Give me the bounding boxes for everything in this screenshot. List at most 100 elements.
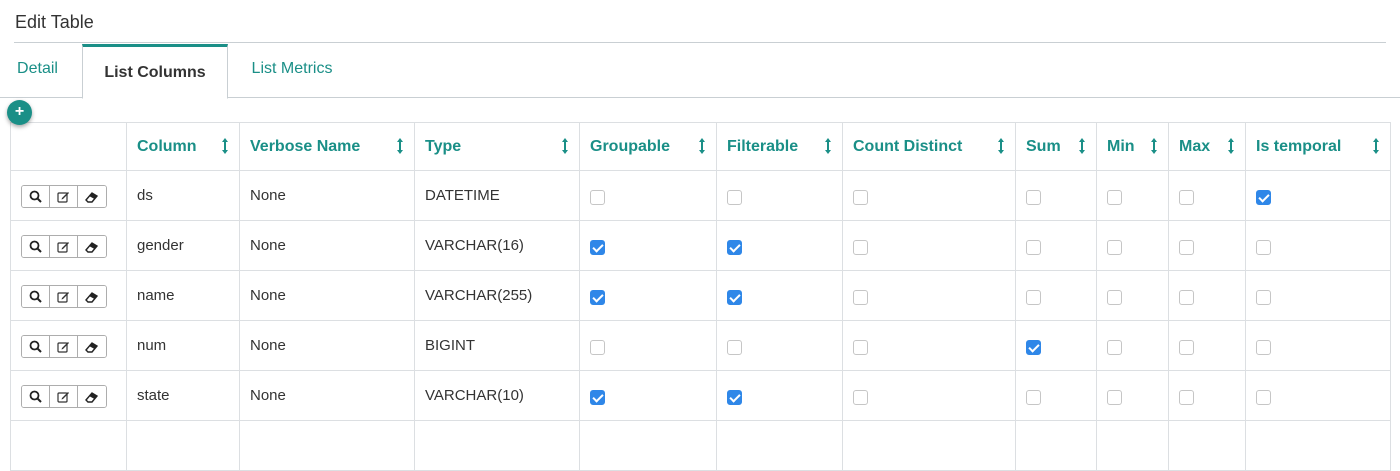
is-temporal-checkbox[interactable] bbox=[1256, 189, 1271, 205]
sort-icon[interactable] bbox=[824, 137, 832, 155]
header-filterable[interactable]: Filterable bbox=[716, 122, 843, 171]
edit-button[interactable] bbox=[50, 286, 78, 307]
is-temporal-cell bbox=[1245, 170, 1391, 221]
max-cell bbox=[1168, 370, 1246, 421]
eraser-button[interactable] bbox=[78, 386, 106, 407]
header-verbose-name[interactable]: Verbose Name bbox=[239, 122, 415, 171]
edit-button[interactable] bbox=[50, 336, 78, 357]
max-cell bbox=[1168, 320, 1246, 371]
min-cell bbox=[1096, 170, 1169, 221]
add-column-button[interactable]: + bbox=[7, 100, 32, 125]
partial-cell bbox=[1096, 420, 1169, 471]
min-checkbox[interactable] bbox=[1107, 389, 1122, 405]
count-distinct-checkbox[interactable] bbox=[853, 289, 868, 305]
is-temporal-checkbox[interactable] bbox=[1256, 389, 1271, 405]
sum-checkbox[interactable] bbox=[1026, 339, 1041, 355]
eraser-button[interactable] bbox=[78, 186, 106, 207]
sort-icon[interactable] bbox=[698, 137, 706, 155]
header-groupable[interactable]: Groupable bbox=[579, 122, 717, 171]
min-checkbox[interactable] bbox=[1107, 339, 1122, 355]
sum-checkbox[interactable] bbox=[1026, 289, 1041, 305]
header-min[interactable]: Min bbox=[1096, 122, 1169, 171]
is-temporal-checkbox[interactable] bbox=[1256, 339, 1271, 355]
tab-list-columns[interactable]: List Columns bbox=[82, 44, 228, 99]
min-cell bbox=[1096, 270, 1169, 321]
groupable-cell bbox=[579, 270, 717, 321]
sort-icon[interactable] bbox=[221, 137, 229, 155]
eraser-button[interactable] bbox=[78, 286, 106, 307]
header-max[interactable]: Max bbox=[1168, 122, 1246, 171]
search-button[interactable] bbox=[22, 386, 50, 407]
groupable-checkbox[interactable] bbox=[590, 239, 605, 255]
edit-button[interactable] bbox=[50, 236, 78, 257]
search-button[interactable] bbox=[22, 336, 50, 357]
partial-cell bbox=[10, 420, 127, 471]
header-sum[interactable]: Sum bbox=[1015, 122, 1097, 171]
tab-list-metrics[interactable]: List Metrics bbox=[232, 42, 352, 96]
max-checkbox[interactable] bbox=[1179, 189, 1194, 205]
filterable-checkbox[interactable] bbox=[727, 389, 742, 405]
partial-cell bbox=[579, 420, 717, 471]
search-button[interactable] bbox=[22, 186, 50, 207]
edit-button[interactable] bbox=[50, 386, 78, 407]
row-actions bbox=[10, 270, 127, 321]
min-checkbox[interactable] bbox=[1107, 239, 1122, 255]
max-checkbox[interactable] bbox=[1179, 289, 1194, 305]
eraser-button[interactable] bbox=[78, 236, 106, 257]
sort-icon[interactable] bbox=[1227, 137, 1235, 155]
partial-cell bbox=[126, 420, 240, 471]
eraser-button[interactable] bbox=[78, 336, 106, 357]
action-button-group bbox=[21, 285, 107, 308]
sum-checkbox[interactable] bbox=[1026, 389, 1041, 405]
count-distinct-checkbox[interactable] bbox=[853, 239, 868, 255]
max-checkbox[interactable] bbox=[1179, 339, 1194, 355]
groupable-cell bbox=[579, 320, 717, 371]
edit-icon bbox=[57, 190, 70, 203]
groupable-checkbox[interactable] bbox=[590, 289, 605, 305]
tab-detail[interactable]: Detail bbox=[0, 42, 75, 96]
header-count-distinct[interactable]: Count Distinct bbox=[842, 122, 1016, 171]
partial-cell bbox=[1168, 420, 1246, 471]
search-button[interactable] bbox=[22, 236, 50, 257]
max-checkbox[interactable] bbox=[1179, 389, 1194, 405]
header-is-temporal[interactable]: Is temporal bbox=[1245, 122, 1391, 171]
is-temporal-checkbox[interactable] bbox=[1256, 239, 1271, 255]
groupable-checkbox[interactable] bbox=[590, 339, 605, 355]
sort-icon[interactable] bbox=[1372, 137, 1380, 155]
max-checkbox[interactable] bbox=[1179, 239, 1194, 255]
row-actions bbox=[10, 370, 127, 421]
max-cell bbox=[1168, 220, 1246, 271]
count-distinct-checkbox[interactable] bbox=[853, 389, 868, 405]
header-label: Max bbox=[1179, 137, 1211, 155]
sum-checkbox[interactable] bbox=[1026, 189, 1041, 205]
search-button[interactable] bbox=[22, 286, 50, 307]
edit-button[interactable] bbox=[50, 186, 78, 207]
groupable-checkbox[interactable] bbox=[590, 189, 605, 205]
sort-icon[interactable] bbox=[1078, 137, 1086, 155]
is-temporal-checkbox[interactable] bbox=[1256, 289, 1271, 305]
sort-icon[interactable] bbox=[1150, 137, 1158, 155]
sort-icon[interactable] bbox=[396, 137, 404, 155]
filterable-checkbox[interactable] bbox=[727, 239, 742, 255]
count-distinct-checkbox[interactable] bbox=[853, 339, 868, 355]
min-checkbox[interactable] bbox=[1107, 289, 1122, 305]
header-column[interactable]: Column bbox=[126, 122, 240, 171]
table-row: num None BIGINT bbox=[10, 320, 1391, 371]
sum-checkbox[interactable] bbox=[1026, 239, 1041, 255]
header-label: Count Distinct bbox=[853, 137, 963, 155]
groupable-cell bbox=[579, 220, 717, 271]
sum-cell bbox=[1015, 370, 1097, 421]
sort-icon[interactable] bbox=[997, 137, 1005, 155]
filterable-checkbox[interactable] bbox=[727, 289, 742, 305]
edit-icon bbox=[57, 390, 70, 403]
header-actions bbox=[10, 122, 127, 171]
groupable-checkbox[interactable] bbox=[590, 389, 605, 405]
count-distinct-checkbox[interactable] bbox=[853, 189, 868, 205]
sum-cell bbox=[1015, 220, 1097, 271]
filterable-checkbox[interactable] bbox=[727, 339, 742, 355]
sort-icon[interactable] bbox=[561, 137, 569, 155]
filterable-checkbox[interactable] bbox=[727, 189, 742, 205]
filterable-cell bbox=[716, 320, 843, 371]
min-checkbox[interactable] bbox=[1107, 189, 1122, 205]
header-type[interactable]: Type bbox=[414, 122, 580, 171]
